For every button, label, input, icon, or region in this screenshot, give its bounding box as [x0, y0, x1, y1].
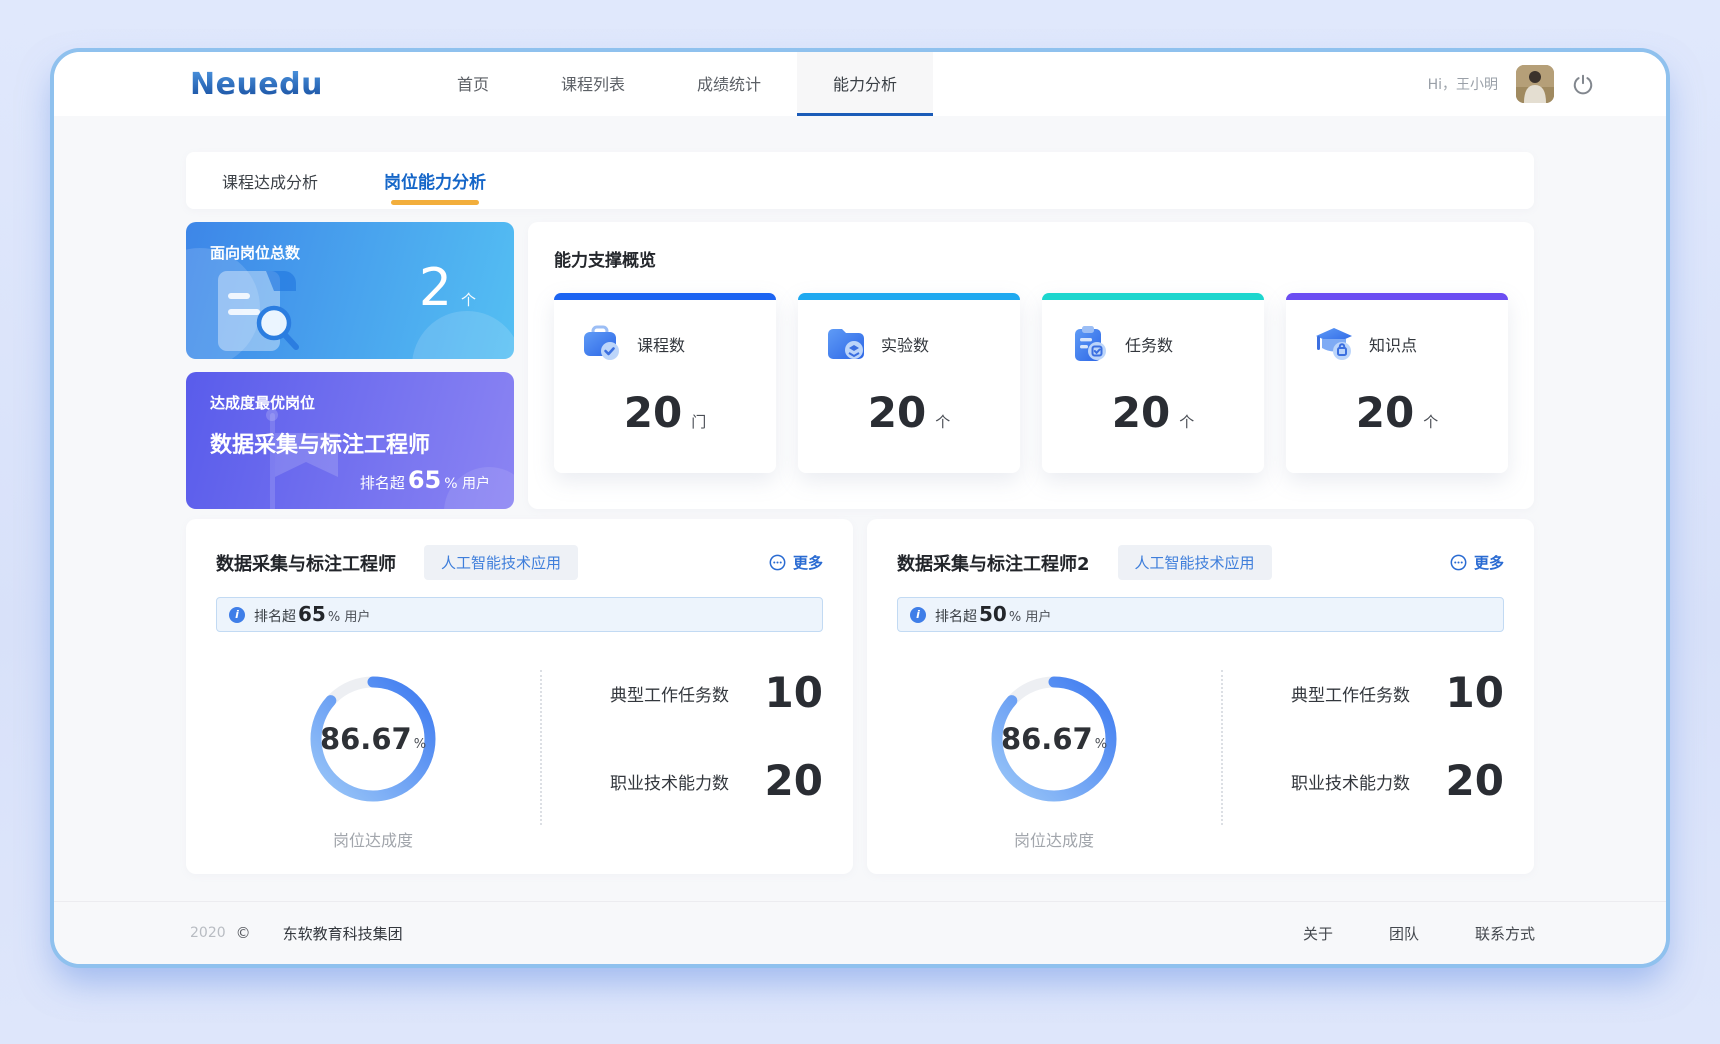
flag-decoration	[256, 407, 346, 509]
course-icon	[580, 324, 624, 364]
brand-logo[interactable]: Neuedu	[190, 67, 323, 102]
stat-card-courses: 课程数 20 门	[554, 293, 776, 473]
more-button[interactable]: 更多	[1450, 552, 1504, 573]
footer-copyright: 2020 © 东软教育科技集团	[190, 923, 403, 944]
donut-value: 86.67 %	[298, 664, 448, 814]
footer-links: 关于 团队 联系方式	[1303, 923, 1535, 944]
header-user-area: Hi，王小明	[1428, 65, 1594, 103]
job-title: 数据采集与标注工程师	[216, 550, 396, 576]
info-icon: i	[910, 607, 926, 623]
best-job-rank: 排名超 65 % 用户	[360, 468, 490, 493]
knowledge-icon	[1312, 324, 1356, 364]
more-ellipsis-icon	[769, 554, 786, 571]
nav-item-grades[interactable]: 成绩统计	[661, 52, 797, 116]
nav-item-courses[interactable]: 课程列表	[525, 52, 661, 116]
document-search-icon	[208, 263, 326, 355]
decorative-circle	[412, 311, 514, 359]
power-icon	[1572, 73, 1594, 95]
stat-card-color-bar	[1286, 293, 1508, 300]
job-card-2: 数据采集与标注工程师2 人工智能技术应用 更多 i	[867, 519, 1534, 874]
analysis-tabs-card: 课程达成分析 岗位能力分析	[186, 152, 1534, 209]
total-jobs-value: 2 个	[419, 262, 476, 314]
user-greeting: Hi，王小明	[1428, 74, 1498, 94]
stat-card-experiments: 实验数 20 个	[798, 293, 1020, 473]
stat-value: 20 门	[554, 392, 776, 434]
info-icon: i	[229, 607, 245, 623]
job-stat-row: 典型工作任务数 10	[610, 670, 823, 716]
donut-label: 岗位达成度	[298, 827, 448, 851]
dotted-divider	[540, 670, 542, 825]
stat-value: 20 个	[1286, 392, 1508, 434]
nav-item-ability[interactable]: 能力分析	[797, 52, 933, 116]
job-cards-row: 数据采集与标注工程师 人工智能技术应用 更多 i	[186, 519, 1534, 874]
stat-value: 20 个	[798, 392, 1020, 434]
avatar-person-image	[1516, 65, 1554, 103]
job-card-1: 数据采集与标注工程师 人工智能技术应用 更多 i	[186, 519, 853, 874]
footer-link-team[interactable]: 团队	[1389, 923, 1419, 944]
job-title: 数据采集与标注工程师2	[897, 550, 1090, 576]
nav-item-home[interactable]: 首页	[421, 52, 525, 116]
active-tab-underline	[391, 200, 479, 205]
capability-overview-card: 能力支撑概览	[528, 222, 1534, 509]
best-job-card: 达成度最优岗位 数据采集与标注工程师 排名超 65 % 用户	[186, 372, 514, 509]
app-window: Neuedu 首页 课程列表 成绩统计 能力分析 Hi，王小明	[50, 48, 1670, 968]
main-nav: 首页 课程列表 成绩统计 能力分析	[421, 52, 933, 116]
stat-card-color-bar	[798, 293, 1020, 300]
footer-link-contact[interactable]: 联系方式	[1475, 923, 1535, 944]
job-stat-row: 职业技术能力数 20	[610, 758, 823, 804]
stat-card-color-bar	[554, 293, 776, 300]
summary-column: 面向岗位总数 2 个	[186, 222, 514, 509]
donut-value: 86.67 %	[979, 664, 1129, 814]
experiment-icon	[824, 324, 868, 364]
tab-job-ability[interactable]: 岗位能力分析	[384, 152, 486, 209]
achievement-donut: 86.67 % 岗位达成度	[979, 664, 1129, 851]
top-navbar: Neuedu 首页 课程列表 成绩统计 能力分析 Hi，王小明	[54, 52, 1666, 116]
best-job-name: 数据采集与标注工程师	[210, 427, 490, 459]
footer-link-about[interactable]: 关于	[1303, 923, 1333, 944]
stat-value: 20 个	[1042, 392, 1264, 434]
job-category-tag: 人工智能技术应用	[424, 545, 578, 580]
job-category-tag: 人工智能技术应用	[1118, 545, 1272, 580]
more-ellipsis-icon	[1450, 554, 1467, 571]
job-stat-row: 职业技术能力数 20	[1291, 758, 1504, 804]
rank-info-bar: i 排名超 50 % 用户	[897, 597, 1504, 632]
donut-label: 岗位达成度	[979, 827, 1129, 851]
total-jobs-card: 面向岗位总数 2 个	[186, 222, 514, 359]
footer: 2020 © 东软教育科技集团 关于 团队 联系方式	[54, 901, 1666, 964]
stat-card-knowledge: 知识点 20 个	[1286, 293, 1508, 473]
logout-power-button[interactable]	[1572, 73, 1594, 95]
job-stats: 典型工作任务数 10 职业技术能力数 20	[610, 664, 823, 851]
task-icon	[1068, 324, 1112, 364]
best-job-title: 达成度最优岗位	[210, 392, 490, 413]
job-stat-row: 典型工作任务数 10	[1291, 670, 1504, 716]
tab-course-achievement[interactable]: 课程达成分析	[222, 152, 318, 209]
stat-card-color-bar	[1042, 293, 1264, 300]
job-stats: 典型工作任务数 10 职业技术能力数 20	[1291, 664, 1504, 851]
rank-info-bar: i 排名超 65 % 用户	[216, 597, 823, 632]
stat-card-tasks: 任务数 20 个	[1042, 293, 1264, 473]
main-content: 课程达成分析 岗位能力分析 面向岗位总数 2 个	[186, 152, 1534, 874]
capability-overview-title: 能力支撑概览	[554, 246, 1508, 271]
more-button[interactable]: 更多	[769, 552, 823, 573]
achievement-donut: 86.67 % 岗位达成度	[298, 664, 448, 851]
dotted-divider	[1221, 670, 1223, 825]
user-avatar[interactable]	[1516, 65, 1554, 103]
overview-stat-grid: 课程数 20 门	[554, 293, 1508, 473]
